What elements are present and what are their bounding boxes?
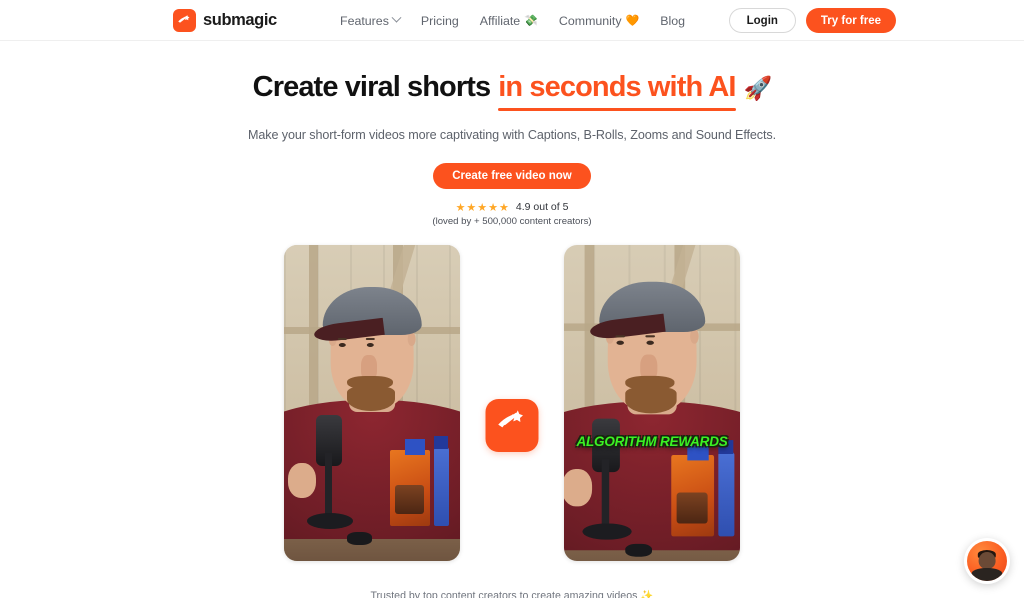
person-eye: [366, 342, 374, 347]
star-rating-icon: ★★★★★: [455, 201, 510, 214]
avatar: [967, 541, 1007, 581]
avatar-body: [971, 568, 1003, 581]
snack-package-top: [405, 439, 425, 455]
header-actions: Login Try for free: [728, 8, 896, 33]
nav-item-affiliate[interactable]: Affiliate 💸: [480, 14, 538, 28]
brand-name: submagic: [203, 11, 277, 29]
create-free-video-button[interactable]: Create free video now: [433, 162, 591, 189]
drink-bottle: [717, 451, 735, 537]
money-wings-icon: 💸: [524, 15, 538, 27]
transform-badge: [485, 398, 539, 452]
orange-heart-icon: 🧡: [625, 15, 640, 27]
nav-label-affiliate: Affiliate: [479, 13, 521, 28]
snack-package: [389, 450, 431, 527]
person-beard: [347, 386, 395, 411]
person-ear: [407, 331, 416, 347]
drink-bottle-cap: [434, 436, 449, 449]
person-hand: [287, 462, 316, 498]
person-eye: [646, 340, 654, 345]
trusted-by-text: Trusted by top content creators to creat…: [0, 589, 1024, 598]
person-brow: [645, 334, 656, 338]
snack-package: [670, 455, 715, 537]
person-hand: [564, 468, 592, 507]
site-header: submagic Features Pricing Affiliate 💸 Co…: [0, 0, 1024, 41]
microphone-stem: [602, 458, 610, 527]
hero-section: Create viral shorts in seconds with AI 🚀…: [0, 70, 1024, 598]
brand-logo[interactable]: submagic: [173, 9, 277, 32]
support-avatar[interactable]: [964, 538, 1010, 584]
video-comparison: ALGORITHM REWARDS: [0, 244, 1024, 561]
table-object: [625, 543, 652, 557]
primary-nav: Features Pricing Affiliate 💸 Community 🧡…: [340, 0, 685, 41]
magic-wand-icon: [496, 406, 529, 444]
sparkles-icon: ✨: [640, 589, 654, 598]
trusted-label: Trusted by top content creators to creat…: [370, 589, 638, 598]
nav-item-blog[interactable]: Blog: [660, 14, 685, 28]
nav-item-community[interactable]: Community 🧡: [559, 14, 639, 28]
nav-item-features[interactable]: Features: [340, 12, 402, 28]
video-after-thumbnail[interactable]: ALGORITHM REWARDS: [564, 244, 740, 561]
person-eye: [616, 340, 624, 345]
video-before-thumbnail[interactable]: [284, 244, 460, 561]
person-brow: [337, 337, 347, 340]
chevron-down-icon: [391, 12, 402, 23]
headline-accent: in seconds with AI: [498, 70, 736, 111]
microphone-stem: [325, 453, 333, 517]
rocket-icon: 🚀: [743, 75, 773, 101]
video-caption-overlay: ALGORITHM REWARDS: [576, 434, 728, 450]
nav-label-features: Features: [340, 13, 389, 28]
rating-value: 4.9 out of 5: [515, 201, 569, 214]
hero-subtitle: Make your short-form videos more captiva…: [247, 127, 777, 142]
nav-item-pricing[interactable]: Pricing: [421, 14, 459, 28]
try-for-free-button[interactable]: Try for free: [805, 8, 896, 33]
person-brow: [365, 337, 375, 340]
microphone-base: [306, 513, 353, 530]
video-after-scene: [564, 244, 740, 561]
person-brow: [615, 334, 626, 338]
drink-bottle: [433, 447, 450, 527]
headline-plain: Create viral shorts: [252, 71, 491, 103]
video-before-scene: [284, 244, 460, 561]
rating-row: ★★★★★ 4.9 out of 5: [0, 201, 1024, 214]
nav-label-pricing: Pricing: [420, 13, 459, 28]
magic-wand-icon: [173, 9, 196, 32]
login-button[interactable]: Login: [728, 8, 796, 33]
page-title: Create viral shorts in seconds with AI 🚀: [0, 70, 1024, 111]
social-proof-text: (loved by + 500,000 content creators): [432, 215, 592, 227]
table-object: [347, 532, 372, 545]
avatar-face: [978, 551, 996, 570]
nav-label-community: Community: [558, 13, 622, 28]
person-beard: [625, 387, 677, 413]
nav-label-blog: Blog: [660, 13, 686, 28]
person-eye: [338, 342, 346, 347]
microphone-base: [582, 522, 632, 540]
